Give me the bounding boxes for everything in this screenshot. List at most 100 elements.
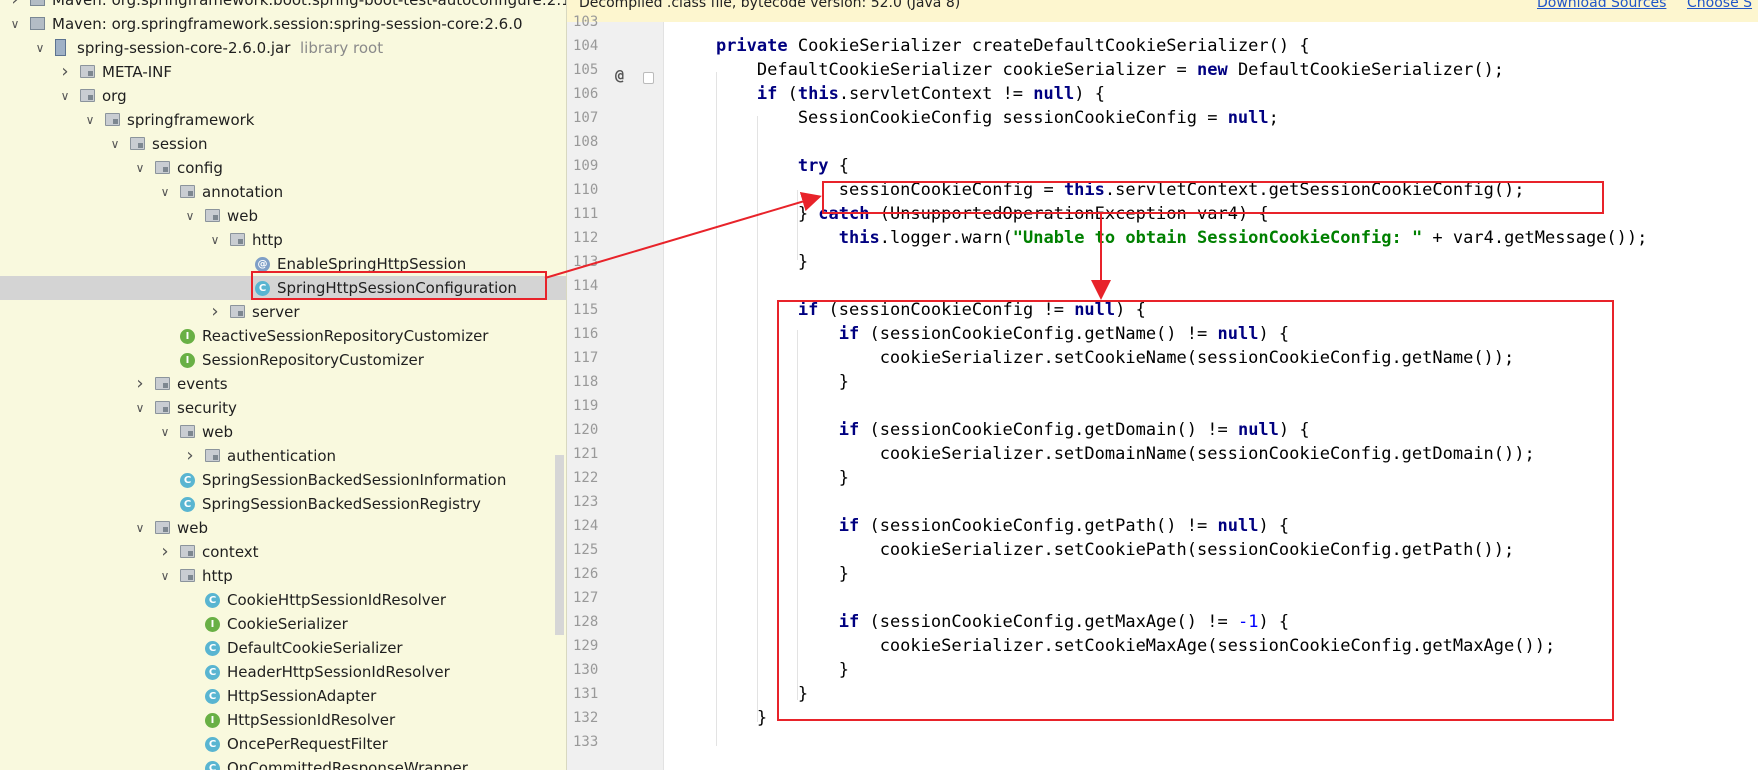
- code-line[interactable]: SessionCookieConfig sessionCookieConfig …: [675, 106, 1758, 130]
- chevron-right-icon[interactable]: ›: [8, 0, 22, 12]
- tree-item[interactable]: ∨ web: [0, 204, 566, 228]
- chevron-down-icon[interactable]: ∨: [108, 132, 122, 156]
- chevron-right-icon[interactable]: ›: [58, 60, 72, 84]
- chevron-down-icon[interactable]: ∨: [133, 516, 147, 540]
- code-line[interactable]: }: [675, 562, 1758, 586]
- indent-guide: [797, 190, 799, 260]
- code-line[interactable]: }: [675, 706, 1758, 730]
- chevron-down-icon[interactable]: ∨: [133, 156, 147, 180]
- fold-icon[interactable]: [643, 72, 654, 84]
- tree-item[interactable]: › authentication: [0, 444, 566, 468]
- code-line[interactable]: [675, 10, 1758, 34]
- code-line[interactable]: if (sessionCookieConfig.getMaxAge() != -…: [675, 610, 1758, 634]
- choose-sources-link[interactable]: Choose S: [1687, 0, 1752, 10]
- code-line[interactable]: [675, 394, 1758, 418]
- code-line[interactable]: [675, 274, 1758, 298]
- code-line[interactable]: if (sessionCookieConfig.getDomain() != n…: [675, 418, 1758, 442]
- tree-item[interactable]: C HttpSessionAdapter: [0, 684, 566, 708]
- line-number: 109: [573, 158, 599, 174]
- class-icon: C: [180, 473, 195, 488]
- tree-item[interactable]: C OnCommittedResponseWrapper: [0, 756, 566, 770]
- line-number: 108: [573, 134, 599, 150]
- code-line[interactable]: if (sessionCookieConfig.getName() != nul…: [675, 322, 1758, 346]
- chevron-down-icon[interactable]: ∨: [58, 84, 72, 108]
- override-marker-icon[interactable]: @: [615, 66, 624, 84]
- tree-item[interactable]: ∨ http: [0, 228, 566, 252]
- tree-item[interactable]: ∨ config: [0, 156, 566, 180]
- chevron-down-icon[interactable]: ∨: [208, 228, 222, 252]
- tree-item[interactable]: ∨ http: [0, 564, 566, 588]
- code-line[interactable]: [675, 130, 1758, 154]
- code-line[interactable]: [675, 586, 1758, 610]
- code-editor[interactable]: Decompiled .class file, bytecode version…: [567, 0, 1758, 770]
- code-line[interactable]: cookieSerializer.setCookieName(sessionCo…: [675, 346, 1758, 370]
- tree-scrollbar[interactable]: [555, 455, 564, 635]
- code-line[interactable]: if (this.servletContext != null) {: [675, 82, 1758, 106]
- chevron-down-icon[interactable]: ∨: [183, 204, 197, 228]
- chevron-down-icon[interactable]: ∨: [8, 12, 22, 36]
- chevron-right-icon[interactable]: ›: [158, 540, 172, 564]
- code-line[interactable]: this.logger.warn("Unable to obtain Sessi…: [675, 226, 1758, 250]
- chevron-down-icon[interactable]: ∨: [83, 108, 97, 132]
- tree-item[interactable]: C OncePerRequestFilter: [0, 732, 566, 756]
- tree-item[interactable]: I CookieSerializer: [0, 612, 566, 636]
- chevron-down-icon[interactable]: ∨: [158, 420, 172, 444]
- chevron-down-icon[interactable]: ∨: [33, 36, 47, 60]
- code-line[interactable]: private CookieSerializer createDefaultCo…: [675, 34, 1758, 58]
- tree-item[interactable]: ∨ annotation: [0, 180, 566, 204]
- tree-item[interactable]: ∨ security: [0, 396, 566, 420]
- code-line[interactable]: }: [675, 658, 1758, 682]
- code-token: .logger.warn(: [879, 228, 1013, 248]
- tree-item[interactable]: I SessionRepositoryCustomizer: [0, 348, 566, 372]
- tree-item[interactable]: @ EnableSpringHttpSession: [0, 252, 566, 276]
- tree-item[interactable]: › events: [0, 372, 566, 396]
- tree-item[interactable]: ∨ web: [0, 420, 566, 444]
- code-line[interactable]: }: [675, 682, 1758, 706]
- tree-item[interactable]: ∨ Maven: org.springframework.session:spri…: [0, 12, 566, 36]
- tree-item[interactable]: ∨ session: [0, 132, 566, 156]
- code-line[interactable]: }: [675, 466, 1758, 490]
- code-line[interactable]: }: [675, 370, 1758, 394]
- chevron-right-icon[interactable]: ›: [183, 444, 197, 468]
- package-icon: [155, 377, 170, 390]
- tree-item[interactable]: › server: [0, 300, 566, 324]
- code-line[interactable]: } catch (UnsupportedOperationException v…: [675, 202, 1758, 226]
- download-sources-link[interactable]: Download Sources: [1537, 0, 1666, 10]
- tree-item[interactable]: › context: [0, 540, 566, 564]
- chevron-down-icon[interactable]: ∨: [158, 180, 172, 204]
- chevron-down-icon[interactable]: ∨: [133, 396, 147, 420]
- chevron-right-icon[interactable]: ›: [208, 300, 222, 324]
- tree-item[interactable]: ∨ org: [0, 84, 566, 108]
- tree-item[interactable]: ∨ web: [0, 516, 566, 540]
- line-number: 129: [573, 638, 599, 654]
- tree-item[interactable]: ∨ springframework: [0, 108, 566, 132]
- tree-item[interactable]: C SpringHttpSessionConfiguration: [0, 276, 566, 300]
- tree-item[interactable]: C HeaderHttpSessionIdResolver: [0, 660, 566, 684]
- tree-item-label: HeaderHttpSessionIdResolver: [227, 663, 450, 681]
- line-number: 103: [573, 14, 599, 30]
- chevron-right-icon[interactable]: ›: [133, 372, 147, 396]
- code-line[interactable]: cookieSerializer.setDomainName(sessionCo…: [675, 442, 1758, 466]
- tree-item[interactable]: C DefaultCookieSerializer: [0, 636, 566, 660]
- code-token: ;: [1268, 108, 1279, 128]
- code-line[interactable]: sessionCookieConfig = this.servletContex…: [675, 178, 1758, 202]
- tree-item[interactable]: C CookieHttpSessionIdResolver: [0, 588, 566, 612]
- code-line[interactable]: }: [675, 250, 1758, 274]
- code-line[interactable]: cookieSerializer.setCookieMaxAge(session…: [675, 634, 1758, 658]
- code-line[interactable]: if (sessionCookieConfig != null) {: [675, 298, 1758, 322]
- tree-item[interactable]: › Maven: org.springframework.boot:spring-…: [0, 0, 566, 12]
- code-line[interactable]: cookieSerializer.setCookiePath(sessionCo…: [675, 538, 1758, 562]
- code-line[interactable]: try {: [675, 154, 1758, 178]
- code-line[interactable]: [675, 730, 1758, 754]
- code-line[interactable]: if (sessionCookieConfig.getPath() != nul…: [675, 514, 1758, 538]
- chevron-down-icon[interactable]: ∨: [158, 564, 172, 588]
- tree-item[interactable]: I HttpSessionIdResolver: [0, 708, 566, 732]
- tree-item[interactable]: C SpringSessionBackedSessionRegistry: [0, 492, 566, 516]
- tree-item[interactable]: › META-INF: [0, 60, 566, 84]
- tree-item[interactable]: ∨ spring-session-core-2.6.0.jar library ro…: [0, 36, 566, 60]
- tree-item[interactable]: C SpringSessionBackedSessionInformation: [0, 468, 566, 492]
- code-line[interactable]: [675, 490, 1758, 514]
- tree-item[interactable]: I ReactiveSessionRepositoryCustomizer: [0, 324, 566, 348]
- code-line[interactable]: DefaultCookieSerializer cookieSerializer…: [675, 58, 1758, 82]
